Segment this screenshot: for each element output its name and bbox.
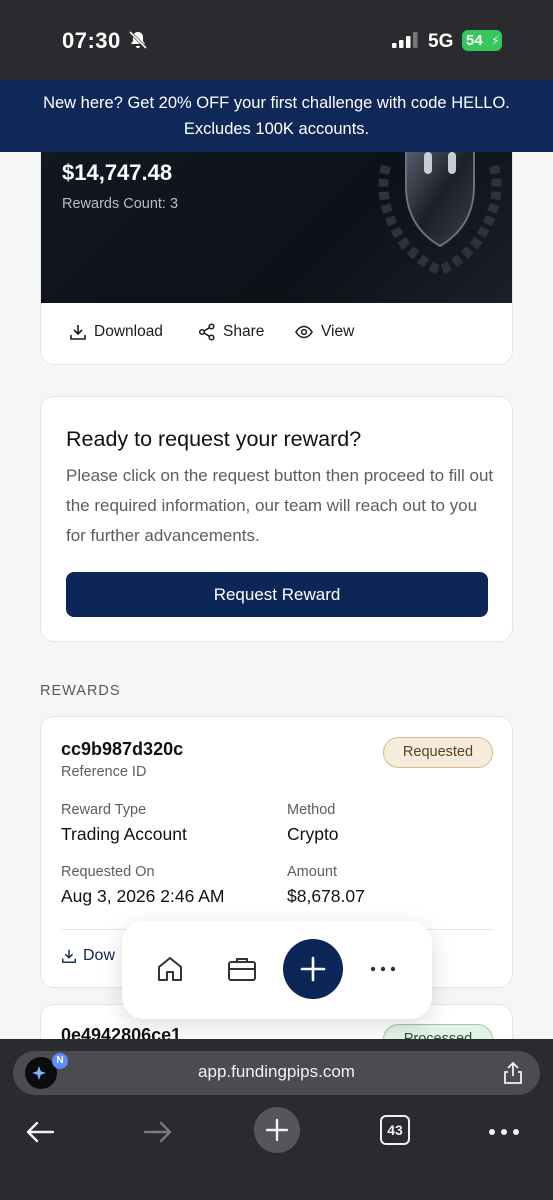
requested-on-value: Aug 3, 2026 2:46 AM [61, 886, 225, 906]
arrow-right-icon [143, 1121, 172, 1143]
plus-icon [265, 1118, 289, 1142]
new-challenge-button[interactable] [283, 939, 343, 999]
status-badge: Requested [383, 737, 493, 768]
reward-type-label: Reward Type [61, 802, 147, 818]
view-button[interactable]: View [294, 323, 354, 341]
download-label: Download [94, 323, 163, 340]
view-label: View [321, 323, 355, 340]
request-title: Ready to request your reward? [66, 427, 362, 451]
certificate-actions: Download Share View [41, 303, 512, 364]
rewards-section-heading: REWARDS [40, 683, 121, 699]
portfolio-button[interactable] [224, 951, 260, 987]
share-icon [198, 323, 215, 341]
reference-id: cc9b987d320c [61, 739, 184, 759]
url-text: app.fundingpips.com [198, 1062, 355, 1081]
browser-menu-button[interactable] [482, 1110, 526, 1154]
battery-level: 54 [466, 32, 483, 49]
amount-label: Amount [287, 864, 337, 880]
home-icon [158, 957, 182, 981]
eye-icon [295, 325, 313, 339]
certificate-card: $14,747.48 Rewards Count: 3 Download Sha… [40, 152, 513, 365]
more-dots-icon [370, 966, 396, 972]
reward-download-label: Dow [83, 947, 116, 964]
browser-toolbar: N app.fundingpips.com 43 [0, 1039, 553, 1200]
promo-banner[interactable]: New here? Get 20% OFF your first challen… [0, 80, 553, 152]
reference-id-label: Reference ID [61, 764, 147, 780]
status-bar: 07:30 5G 54 ⚡ [0, 0, 553, 80]
request-description: Please click on the request button then … [66, 466, 494, 545]
laurel-shield-emblem-icon [378, 152, 502, 276]
network-label: 5G [428, 31, 454, 52]
certificate-amount: $14,747.48 [62, 160, 173, 185]
more-dots-icon [489, 1129, 519, 1135]
certificate-image: $14,747.48 Rewards Count: 3 [41, 152, 512, 303]
bell-muted-icon [128, 30, 148, 50]
arrow-left-icon [26, 1121, 55, 1143]
certificate-rewards-count: Rewards Count: 3 [62, 196, 179, 212]
amount-value: $8,678.07 [287, 886, 365, 906]
address-bar[interactable]: N app.fundingpips.com [13, 1051, 540, 1095]
forward-button[interactable] [136, 1110, 180, 1154]
share-label: Share [223, 323, 265, 340]
requested-on-label: Requested On [61, 864, 155, 880]
tab-switcher-button[interactable]: 43 [380, 1115, 410, 1145]
plus-icon [300, 956, 326, 982]
promo-line-1: New here? Get 20% OFF your first challen… [43, 94, 510, 112]
request-reward-button[interactable]: Request Reward [66, 572, 488, 617]
new-tab-button[interactable] [254, 1107, 300, 1153]
share-button[interactable]: Share [198, 323, 264, 341]
share-icon[interactable] [502, 1061, 524, 1085]
home-button[interactable] [152, 951, 188, 987]
reward-download-button[interactable]: Dow [61, 947, 115, 965]
reward-type-value: Trading Account [61, 824, 187, 844]
download-button[interactable]: Download [69, 323, 163, 341]
charging-icon: ⚡ [490, 33, 500, 48]
status-time: 07:30 [62, 28, 121, 53]
request-reward-card: Ready to request your reward? Please cli… [40, 396, 513, 642]
battery-indicator: 54 ⚡ [462, 30, 502, 51]
signal-icon [392, 32, 418, 48]
download-icon [70, 325, 86, 340]
download-icon [62, 949, 76, 963]
promo-line-2: Excludes 100K accounts. [183, 120, 370, 138]
method-value: Crypto [287, 824, 339, 844]
method-label: Method [287, 802, 336, 818]
floating-nav-bar [122, 921, 432, 1019]
more-button[interactable] [365, 951, 401, 987]
briefcase-icon [228, 958, 256, 981]
back-button[interactable] [18, 1110, 62, 1154]
